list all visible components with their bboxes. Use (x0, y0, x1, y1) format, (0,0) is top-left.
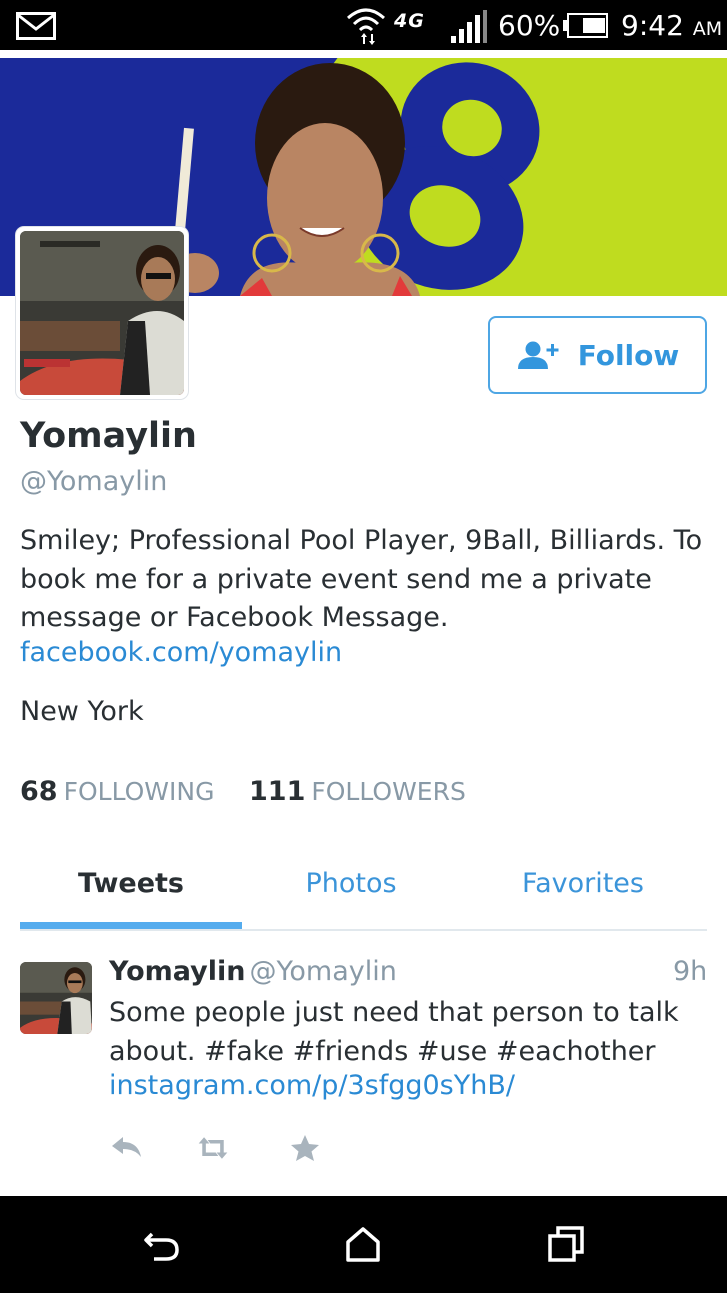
profile-website-link[interactable]: facebook.com/yomaylin (20, 637, 342, 668)
back-icon[interactable] (142, 1224, 182, 1264)
follow-button-label: Follow (577, 338, 680, 372)
following-count: 68 (20, 776, 58, 807)
retweet-icon[interactable] (196, 1133, 230, 1163)
status-divider (0, 50, 727, 58)
followers-label: FOLLOWERS (311, 777, 466, 806)
battery-icon (563, 13, 608, 38)
profile-handle: @Yomaylin (20, 466, 168, 497)
tweet-link[interactable]: instagram.com/p/3sfgg0sYhB/ (109, 1070, 515, 1101)
status-bar: 4G 60% 9:42 AM (0, 0, 727, 50)
tweet-avatar[interactable] (20, 962, 92, 1034)
wifi-icon (347, 8, 385, 45)
network-type-label: 4G (394, 10, 425, 32)
follow-button[interactable]: Follow (488, 316, 707, 394)
reply-icon[interactable] (110, 1133, 144, 1163)
tweet-timestamp: 9h (673, 956, 708, 987)
twitter-profile-screen: 4G 60% 9:42 AM Follow Yomaylin @Yomaylin… (0, 0, 727, 1293)
recents-icon[interactable] (546, 1224, 586, 1264)
tab-favorites[interactable]: Favorites (472, 868, 694, 899)
status-clock: 9:42 AM (621, 9, 722, 42)
tab-tweets[interactable]: Tweets (20, 868, 242, 899)
followers-count: 111 (249, 776, 306, 807)
clock-ampm: AM (692, 18, 723, 40)
active-tab-indicator (20, 922, 242, 929)
tab-photos[interactable]: Photos (240, 868, 462, 899)
following-stat[interactable]: 68 FOLLOWING (20, 776, 214, 807)
home-icon[interactable] (343, 1224, 383, 1264)
favorite-icon[interactable] (288, 1133, 322, 1163)
following-label: FOLLOWING (63, 777, 215, 806)
tweet-author-name: Yomaylin (109, 956, 246, 987)
mail-icon (16, 12, 56, 40)
clock-time: 9:42 (621, 9, 684, 42)
signal-icon (451, 10, 487, 43)
tabs-divider (20, 929, 707, 931)
tweet-text: Some people just need that person to tal… (109, 997, 679, 1067)
profile-bio: Smiley; Professional Pool Player, 9Ball,… (20, 525, 703, 633)
system-nav-bar (0, 1196, 727, 1293)
tweet-author[interactable]: Yomaylin @Yomaylin (109, 956, 397, 987)
battery-percent: 60% (498, 9, 561, 42)
followers-stat[interactable]: 111 FOLLOWERS (249, 776, 466, 807)
tweet-author-handle: @Yomaylin (249, 956, 397, 987)
add-user-icon (517, 341, 559, 369)
profile-location: New York (20, 696, 144, 727)
profile-display-name: Yomaylin (20, 416, 197, 456)
profile-avatar[interactable] (16, 227, 188, 399)
